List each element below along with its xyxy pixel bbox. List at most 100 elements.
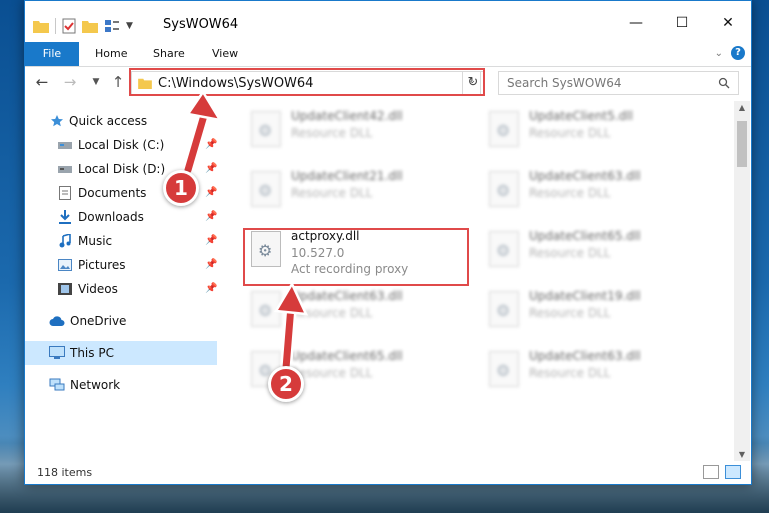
tab-file[interactable]: File bbox=[25, 42, 79, 66]
file-item[interactable]: ⚙ UpdateClient63.dll Resource DLL bbox=[245, 285, 475, 337]
file-type: Resource DLL bbox=[529, 246, 611, 260]
scroll-down-icon[interactable]: ▼ bbox=[734, 450, 750, 459]
dll-file-icon: ⚙ bbox=[251, 171, 281, 207]
dll-file-icon: ⚙ bbox=[251, 291, 281, 327]
dll-file-icon: ⚙ bbox=[489, 291, 519, 327]
file-item[interactable]: ⚙ UpdateClient65.dll Resource DLL bbox=[483, 225, 713, 277]
sidebar-item-downloads[interactable]: Downloads 📌 bbox=[25, 205, 217, 229]
expand-ribbon-icon[interactable]: ⌄ bbox=[715, 48, 723, 59]
star-icon bbox=[49, 113, 65, 129]
sidebar-item-label: OneDrive bbox=[70, 314, 127, 328]
folder-icon bbox=[33, 21, 49, 33]
file-item[interactable]: ⚙ UpdateClient42.dll Resource DLL bbox=[245, 105, 475, 157]
view-toggle bbox=[703, 465, 741, 479]
pin-icon[interactable]: 📌 bbox=[205, 283, 217, 294]
navigation-bar: ← → ▼ ↑ C:\Windows\SysWOW64 ⌄ ↻ Search S… bbox=[25, 67, 751, 99]
minimize-button[interactable]: — bbox=[613, 8, 659, 38]
toolbar-divider bbox=[55, 18, 56, 34]
title-bar: ▼ SysWOW64 — ☐ ✕ bbox=[25, 1, 751, 42]
address-highlight-box bbox=[129, 68, 485, 96]
step-badge-1: 1 bbox=[163, 170, 199, 206]
file-name: UpdateClient63.dll bbox=[291, 289, 403, 303]
pin-icon[interactable]: 📌 bbox=[205, 259, 217, 270]
pin-icon[interactable]: 📌 bbox=[205, 235, 217, 246]
properties-icon[interactable] bbox=[62, 18, 76, 34]
status-bar: 118 items bbox=[25, 461, 751, 485]
file-name: UpdateClient19.dll bbox=[529, 289, 641, 303]
dll-file-icon: ⚙ bbox=[489, 111, 519, 147]
sidebar-item-music[interactable]: Music 📌 bbox=[25, 229, 217, 253]
sidebar-item-network[interactable]: Network bbox=[25, 373, 217, 397]
sidebar-item-label: Local Disk (C:) bbox=[78, 138, 165, 152]
sidebar-item-quick-access[interactable]: Quick access bbox=[25, 109, 217, 133]
sidebar-item-onedrive[interactable]: OneDrive bbox=[25, 309, 217, 333]
file-highlight-box bbox=[243, 228, 469, 286]
search-input[interactable]: Search SysWOW64 bbox=[498, 71, 739, 95]
customize-view-icon[interactable] bbox=[104, 19, 120, 33]
sidebar-item-this-pc[interactable]: This PC bbox=[25, 341, 217, 365]
network-icon bbox=[49, 377, 65, 393]
recent-locations-icon[interactable]: ▼ bbox=[87, 77, 105, 87]
step-badge-2: 2 bbox=[268, 366, 304, 402]
file-type: Resource DLL bbox=[291, 186, 373, 200]
help-button[interactable]: ? bbox=[731, 46, 745, 60]
back-arrow-icon[interactable]: ← bbox=[33, 73, 51, 91]
drive-icon bbox=[57, 161, 73, 177]
sidebar-item-label: Quick access bbox=[69, 114, 148, 128]
scroll-thumb[interactable] bbox=[737, 121, 747, 167]
download-icon bbox=[57, 209, 73, 225]
pin-icon[interactable]: 📌 bbox=[205, 163, 217, 174]
file-item[interactable]: ⚙ UpdateClient63.dll Resource DLL bbox=[483, 165, 713, 217]
close-button[interactable]: ✕ bbox=[705, 8, 751, 38]
maximize-button[interactable]: ☐ bbox=[659, 8, 705, 38]
sidebar-item-label: Network bbox=[70, 378, 121, 392]
scroll-up-icon[interactable]: ▲ bbox=[734, 103, 750, 112]
item-count: 118 items bbox=[37, 466, 93, 479]
file-type: Resource DLL bbox=[291, 126, 373, 140]
search-placeholder: Search SysWOW64 bbox=[507, 76, 622, 90]
tiles-view-icon[interactable] bbox=[725, 465, 741, 479]
file-name: UpdateClient65.dll bbox=[291, 349, 403, 363]
file-type: Resource DLL bbox=[529, 306, 611, 320]
dll-file-icon: ⚙ bbox=[489, 351, 519, 387]
sidebar-item-local-disk-c[interactable]: Local Disk (C:) 📌 bbox=[25, 133, 217, 157]
sidebar-item-label: This PC bbox=[70, 346, 114, 360]
sidebar-item-pictures[interactable]: Pictures 📌 bbox=[25, 253, 217, 277]
file-type: Resource DLL bbox=[529, 126, 611, 140]
pin-icon[interactable]: 📌 bbox=[205, 139, 217, 150]
file-item[interactable]: ⚙ UpdateClient5.dll Resource DLL bbox=[483, 105, 713, 157]
dll-file-icon: ⚙ bbox=[251, 111, 281, 147]
dll-file-icon: ⚙ bbox=[489, 231, 519, 267]
ribbon-controls: ⌄ ? bbox=[715, 46, 745, 60]
file-name: UpdateClient63.dll bbox=[529, 169, 641, 183]
sidebar-item-label: Videos bbox=[78, 282, 118, 296]
details-view-icon[interactable] bbox=[703, 465, 719, 479]
ribbon-tabs: File Home Share View ⌄ ? bbox=[25, 42, 751, 67]
file-item[interactable]: ⚙ UpdateClient19.dll Resource DLL bbox=[483, 285, 713, 337]
file-item[interactable]: ⚙ UpdateClient21.dll Resource DLL bbox=[245, 165, 475, 217]
file-type: Resource DLL bbox=[529, 186, 611, 200]
pin-icon[interactable]: 📌 bbox=[205, 211, 217, 222]
file-item[interactable]: ⚙ UpdateClient63.dll Resource DLL bbox=[483, 345, 713, 397]
file-name: UpdateClient42.dll bbox=[291, 109, 403, 123]
vertical-scrollbar[interactable]: ▲ ▼ bbox=[734, 101, 750, 461]
chevron-down-icon[interactable]: ▼ bbox=[126, 21, 133, 31]
tab-view[interactable]: View bbox=[212, 42, 238, 66]
sidebar-item-label: Downloads bbox=[78, 210, 144, 224]
up-arrow-icon[interactable]: ↑ bbox=[109, 73, 127, 91]
sidebar-item-label: Pictures bbox=[78, 258, 126, 272]
sidebar-item-videos[interactable]: Videos 📌 bbox=[25, 277, 217, 301]
cloud-icon bbox=[49, 313, 65, 329]
new-folder-icon[interactable] bbox=[82, 19, 98, 33]
forward-arrow-icon[interactable]: → bbox=[61, 73, 79, 91]
pin-icon[interactable]: 📌 bbox=[205, 187, 217, 198]
sidebar-item-label: Documents bbox=[78, 186, 147, 200]
tab-home[interactable]: Home bbox=[95, 42, 127, 66]
file-type: Resource DLL bbox=[291, 306, 373, 320]
quick-access-toolbar: ▼ bbox=[33, 16, 133, 36]
file-explorer-window: ▼ SysWOW64 — ☐ ✕ File Home Share View ⌄ … bbox=[24, 0, 752, 485]
tab-share[interactable]: Share bbox=[153, 42, 185, 66]
file-name: UpdateClient65.dll bbox=[529, 229, 641, 243]
sidebar-item-label: Music bbox=[78, 234, 113, 248]
sidebar-item-label: Local Disk (D:) bbox=[78, 162, 166, 176]
